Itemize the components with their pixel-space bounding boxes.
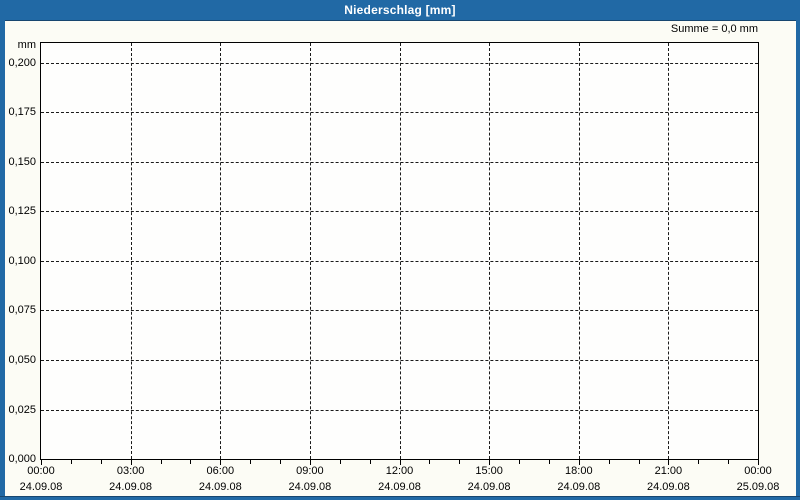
y-tick-label: 0,100 — [8, 254, 36, 267]
x-minor-tick-mark — [728, 460, 730, 464]
x-tick-date-label: 24.09.08 — [198, 481, 242, 493]
x-minor-tick-mark — [698, 460, 700, 464]
sum-annotation: Summe = 0,0 mm — [670, 23, 758, 35]
x-minor-tick-mark — [429, 460, 431, 464]
x-minor-tick-mark — [190, 460, 192, 464]
x-tick-time-label: 09:00 — [296, 465, 324, 477]
y-tick-label: 0,150 — [8, 155, 36, 168]
x-tick-time-label: 21:00 — [654, 465, 683, 477]
y-tick-label: 0,050 — [8, 354, 36, 366]
x-tick-date-label: 24.09.08 — [646, 481, 690, 493]
x-minor-tick-mark — [548, 460, 550, 464]
x-tick-date-label: 25.09.08 — [736, 481, 780, 493]
v-gridline — [220, 43, 222, 459]
x-major-tick-mark — [41, 460, 42, 465]
x-minor-tick-mark — [519, 460, 520, 464]
x-tick-date-label: 24.09.08 — [378, 481, 421, 493]
v-gridline — [399, 43, 401, 459]
x-tick-time-label: 06:00 — [206, 465, 235, 477]
x-minor-tick-mark — [369, 460, 371, 464]
y-tick-label: 0,125 — [8, 205, 36, 218]
v-gridline — [130, 43, 132, 459]
x-major-tick-mark — [578, 460, 580, 465]
x-minor-tick-mark — [280, 460, 281, 464]
x-minor-tick-mark — [608, 460, 610, 464]
y-axis-unit-label: mm — [17, 39, 36, 51]
v-gridline — [309, 43, 311, 459]
chart-window: Niederschlag [mm] Summe = 0,0 mm mm 0,20… — [0, 0, 800, 500]
chart-title: Niederschlag [mm] — [344, 3, 456, 17]
x-minor-tick-mark — [638, 460, 640, 464]
x-major-tick-mark — [130, 460, 132, 465]
y-tick-label: 0,075 — [8, 304, 36, 317]
x-minor-tick-mark — [459, 460, 461, 464]
y-tick-label: 0,200 — [8, 56, 36, 69]
x-minor-tick-mark — [70, 460, 72, 464]
x-minor-tick-mark — [250, 460, 252, 464]
window-border-left — [0, 0, 5, 500]
x-tick-time-label: 00:00 — [744, 465, 772, 477]
v-gridline — [578, 43, 580, 459]
x-tick-date-label: 24.09.08 — [19, 481, 63, 493]
x-major-tick-mark — [489, 460, 491, 465]
x-minor-tick-mark — [339, 460, 341, 464]
x-major-tick-mark — [668, 460, 670, 465]
v-gridline — [668, 43, 670, 459]
chart-title-bar: Niederschlag [mm] — [0, 0, 800, 21]
x-tick-time-label: 00:00 — [27, 465, 55, 477]
x-minor-tick-mark — [160, 460, 162, 464]
x-tick-date-label: 24.09.08 — [467, 481, 511, 493]
x-major-tick-mark — [399, 460, 401, 465]
x-tick-date-label: 24.09.08 — [288, 481, 332, 493]
x-tick-time-label: 18:00 — [565, 465, 593, 477]
y-tick-label: 0,025 — [8, 403, 36, 416]
x-tick-time-label: 15:00 — [475, 465, 503, 477]
x-tick-date-label: 24.09.08 — [109, 481, 152, 493]
plot-area — [40, 42, 759, 460]
x-major-tick-mark — [220, 460, 222, 465]
x-minor-tick-mark — [100, 460, 102, 464]
window-border-right — [796, 0, 800, 500]
x-tick-time-label: 12:00 — [385, 465, 414, 477]
x-major-tick-mark — [309, 460, 311, 465]
y-tick-label: 0,175 — [8, 106, 36, 119]
x-major-tick-mark — [758, 460, 759, 465]
x-tick-time-label: 03:00 — [116, 465, 145, 477]
x-tick-date-label: 24.09.08 — [557, 481, 601, 493]
v-gridline — [489, 43, 491, 459]
